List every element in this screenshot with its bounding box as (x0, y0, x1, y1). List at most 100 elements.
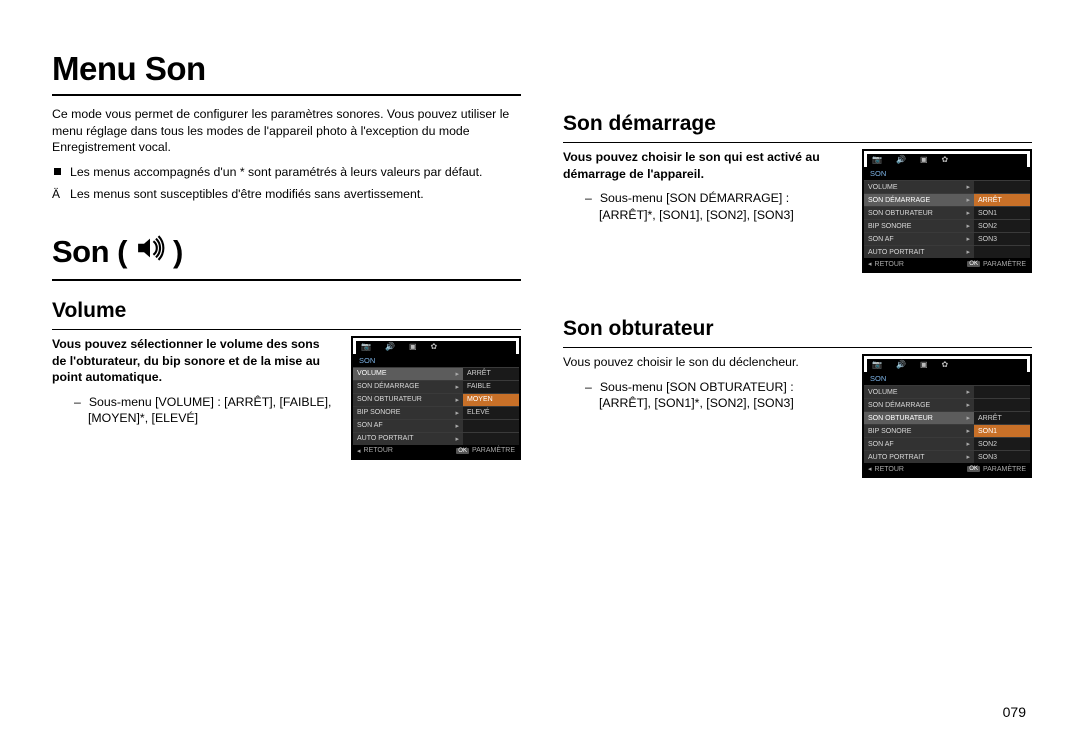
lcd-menu-value: SON1 (974, 425, 1030, 437)
lcd-demarrage: 📷 🔊 ▣ ✿ SON VOLUME▸ SON DÉMARRAGE▸ ARRÊT… (862, 149, 1032, 273)
lcd-menu-row[interactable]: BIP SONORE▸ ELEVÉ (353, 406, 519, 419)
obturateur-title: Son obturateur (563, 317, 1032, 341)
chevron-right-icon: ▸ (455, 370, 459, 378)
camera-icon: 📷 (872, 360, 882, 369)
lcd-menu-label: SON DÉMARRAGE▸ (864, 194, 974, 206)
lcd-menu-label: AUTO PORTRAIT▸ (864, 246, 974, 258)
lcd-footer: ◂RETOUR OKPARAMÈTRE (353, 445, 519, 458)
demarrage-lead: Vous pouvez choisir le son qui est activ… (563, 149, 848, 182)
ok-badge: OK (967, 261, 980, 267)
chevron-right-icon: ▸ (966, 209, 970, 217)
lcd-obturateur: 📷 🔊 ▣ ✿ SON VOLUME▸ SON DÉMARRAGE▸ SON O… (862, 354, 1032, 478)
chevron-right-icon: ▸ (455, 383, 459, 391)
lcd-menu-value: ARRÊT (974, 412, 1030, 424)
lcd-back-label: RETOUR (875, 466, 904, 473)
lcd-footer: ◂RETOUR OKPARAMÈTRE (864, 463, 1030, 476)
lcd-menu-label: AUTO PORTRAIT▸ (864, 451, 974, 463)
title-rule (52, 94, 521, 96)
lcd-menu-label: SON OBTURATEUR▸ (864, 207, 974, 219)
lcd-menu-row[interactable]: SON DÉMARRAGE▸ FAIBLE (353, 380, 519, 393)
back-arrow-icon: ◂ (868, 465, 872, 473)
lcd-menu-row[interactable]: SON OBTURATEUR▸ SON1 (864, 206, 1030, 219)
lcd-menu-value: SON3 (974, 233, 1030, 245)
lcd-menu-row[interactable]: BIP SONORE▸ SON1 (864, 424, 1030, 437)
lcd-menu-label: SON OBTURATEUR▸ (353, 394, 463, 406)
lcd-set-label: PARAMÈTRE (983, 261, 1026, 268)
lcd-header: SON (353, 354, 519, 367)
chevron-right-icon: ▸ (966, 453, 970, 461)
lcd-back-label: RETOUR (875, 261, 904, 268)
lcd-menu-row[interactable]: BIP SONORE▸ SON2 (864, 219, 1030, 232)
settings-icon: ✿ (942, 360, 949, 369)
lcd-tab-icons: 📷 🔊 ▣ ✿ (864, 356, 1030, 372)
lcd-tab-icons: 📷 🔊 ▣ ✿ (353, 338, 519, 354)
chevron-right-icon: ▸ (966, 401, 970, 409)
lcd-footer: ◂RETOUR OKPARAMÈTRE (864, 258, 1030, 271)
lcd-menu-value (463, 433, 519, 445)
lcd-menu-row[interactable]: AUTO PORTRAIT▸ (353, 432, 519, 445)
lcd-menu-label: SON DÉMARRAGE▸ (353, 381, 463, 393)
lcd-menu-value (974, 399, 1030, 411)
lcd-menu-row[interactable]: VOLUME▸ ARRÊT (353, 367, 519, 380)
lcd-set-label: PARAMÈTRE (472, 447, 515, 454)
volume-lead: Vous pouvez sélectionner le volume des s… (52, 336, 337, 386)
lcd-menu-value: FAIBLE (463, 381, 519, 393)
chevron-right-icon: ▸ (966, 427, 970, 435)
lcd-set-label: PARAMÈTRE (983, 466, 1026, 473)
lcd-menu-row[interactable]: SON AF▸ SON3 (864, 232, 1030, 245)
lcd-menu-value: MOYEN (463, 394, 519, 406)
page-title: Menu Son (52, 50, 521, 88)
lcd-menu-row[interactable]: SON OBTURATEUR▸ MOYEN (353, 393, 519, 406)
lcd-menu-label: SON AF▸ (864, 233, 974, 245)
lcd-menu-row[interactable]: SON AF▸ (353, 419, 519, 432)
lcd-menu-label: BIP SONORE▸ (864, 425, 974, 437)
lcd-menu-row[interactable]: SON AF▸ SON2 (864, 437, 1030, 450)
lcd-menu-row[interactable]: VOLUME▸ (864, 385, 1030, 398)
lcd-menu-value: SON1 (974, 207, 1030, 219)
son-heading-close: ) (173, 234, 183, 270)
obturateur-lead: Vous pouvez choisir le son du déclencheu… (563, 354, 848, 371)
chevron-right-icon: ▸ (455, 396, 459, 404)
lcd-menu-label: SON AF▸ (353, 420, 463, 432)
chevron-right-icon: ▸ (455, 422, 459, 430)
lcd-menu-value: SON2 (974, 220, 1030, 232)
lcd-menu-row[interactable]: AUTO PORTRAIT▸ (864, 245, 1030, 258)
sound-tab-icon: 🔊 (385, 342, 395, 351)
lcd-menu-value: ARRÊT (463, 368, 519, 380)
volume-submenu-note: Sous-menu [VOLUME] : [ARRÊT], [FAIBLE], … (88, 394, 337, 427)
chevron-right-icon: ▸ (455, 435, 459, 443)
display-icon: ▣ (920, 360, 928, 369)
lcd-menu-row[interactable]: AUTO PORTRAIT▸ SON3 (864, 450, 1030, 463)
lcd-menu-row[interactable]: VOLUME▸ (864, 180, 1030, 193)
settings-icon: ✿ (431, 342, 438, 351)
lcd-menu-value: SON3 (974, 451, 1030, 463)
lcd-menu-value: SON2 (974, 438, 1030, 450)
chevron-right-icon: ▸ (966, 440, 970, 448)
lcd-menu-row[interactable]: SON DÉMARRAGE▸ (864, 398, 1030, 411)
camera-icon: 📷 (872, 155, 882, 164)
lcd-menu-label: SON DÉMARRAGE▸ (864, 399, 974, 411)
lcd-menu-row[interactable]: SON OBTURATEUR▸ ARRÊT (864, 411, 1030, 424)
chevron-right-icon: ▸ (966, 183, 970, 191)
ok-badge: OK (967, 466, 980, 472)
lcd-menu-value (974, 246, 1030, 258)
lcd-menu-row[interactable]: SON DÉMARRAGE▸ ARRÊT (864, 193, 1030, 206)
settings-icon: ✿ (942, 155, 949, 164)
display-icon: ▣ (409, 342, 417, 351)
lcd-menu-label: BIP SONORE▸ (353, 407, 463, 419)
warning-note: Les menus sont susceptibles d'être modif… (52, 186, 521, 203)
son-rule (52, 279, 521, 281)
lcd-menu-value: ELEVÉ (463, 407, 519, 419)
ok-badge: OK (456, 448, 469, 454)
display-icon: ▣ (920, 155, 928, 164)
chevron-right-icon: ▸ (966, 248, 970, 256)
lcd-menu-label: SON OBTURATEUR▸ (864, 412, 974, 424)
chevron-right-icon: ▸ (966, 388, 970, 396)
chevron-right-icon: ▸ (966, 414, 970, 422)
sound-icon (133, 231, 167, 273)
obturateur-rule (563, 347, 1032, 348)
lcd-volume: 📷 🔊 ▣ ✿ SON VOLUME▸ ARRÊT SON DÉMARRAGE▸… (351, 336, 521, 460)
lcd-menu-label: SON AF▸ (864, 438, 974, 450)
camera-icon: 📷 (361, 342, 371, 351)
chevron-right-icon: ▸ (966, 196, 970, 204)
